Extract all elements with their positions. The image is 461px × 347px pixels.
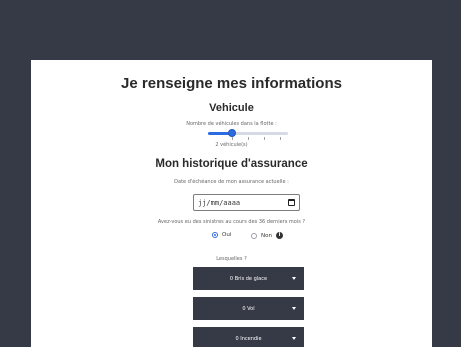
which-claims-label: Lesquelles ? — [216, 256, 247, 262]
radio-non-label: Non — [261, 232, 272, 239]
radio-non[interactable]: Non i — [251, 232, 283, 239]
claim-select-bris-de-glace[interactable]: 0 Bris de glace — [193, 267, 304, 290]
claims-question: Avez-vous eu des sinistres au cours des … — [157, 219, 306, 225]
chevron-down-icon — [292, 337, 296, 340]
select-label: 0 Bris de glace — [229, 275, 268, 282]
claim-select-incendie[interactable]: 0 Incendie — [193, 327, 304, 347]
slider-tick — [264, 137, 265, 140]
history-heading: Mon historique d'assurance — [155, 158, 308, 170]
select-label: 0 Vol — [242, 305, 255, 312]
form-card: Je renseigne mes informations Vehicule N… — [31, 60, 432, 347]
radio-oui-indicator[interactable] — [212, 232, 218, 238]
page-title: Je renseigne mes informations — [121, 75, 342, 92]
vehicle-count-value: 2 véhicule(s) — [215, 142, 248, 148]
slider-thumb[interactable] — [228, 129, 236, 137]
renewal-date-label: Date d'échéance de mon assurance actuell… — [174, 179, 289, 185]
radio-oui-label: Oui — [222, 232, 232, 238]
chevron-down-icon — [292, 307, 296, 310]
radio-non-indicator[interactable] — [251, 232, 257, 239]
slider-tick — [232, 137, 233, 140]
date-placeholder: jj/mm/aaaa — [198, 199, 241, 207]
claims-radio-group: Oui Non i — [212, 232, 332, 242]
select-label: 0 Incendie — [235, 335, 262, 342]
renewal-date-input[interactable]: jj/mm/aaaa — [193, 194, 300, 211]
slider-tick — [280, 137, 281, 140]
chevron-down-icon — [292, 277, 296, 280]
calendar-icon[interactable] — [288, 199, 295, 206]
vehicle-count-slider[interactable] — [208, 128, 288, 140]
slider-tick — [248, 137, 249, 140]
vehicle-count-label: Nombre de véhicules dans la flotte : — [186, 121, 277, 127]
claim-select-vol[interactable]: 0 Vol — [193, 297, 304, 320]
info-icon[interactable]: i — [275, 232, 283, 239]
vehicle-heading: Vehicule — [209, 102, 254, 114]
radio-oui[interactable]: Oui — [212, 232, 231, 238]
